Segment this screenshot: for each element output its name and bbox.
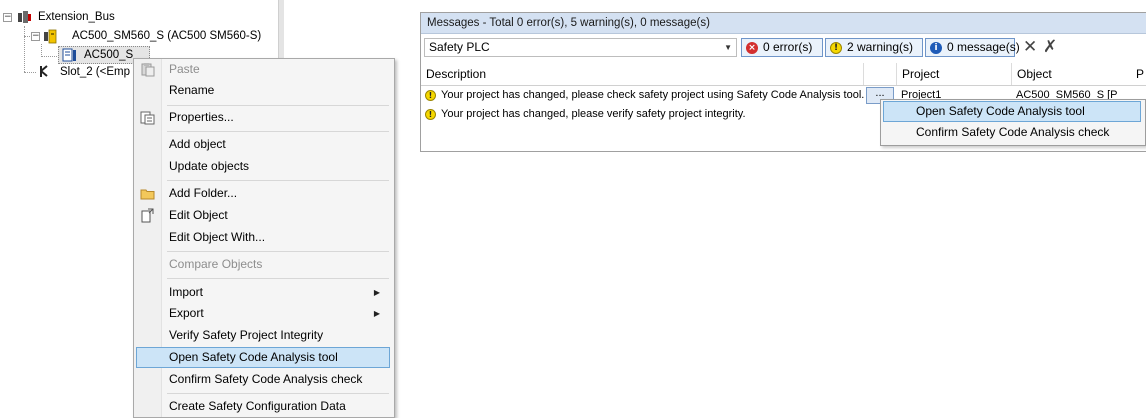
menu-item-label: Confirm Safety Code Analysis check	[169, 372, 363, 386]
tree-item-label: Slot_2 (<Emp	[60, 66, 130, 78]
clear-messages-icon[interactable]: ✕	[1023, 37, 1037, 57]
menu-item-compare-objects[interactable]: Compare Objects	[136, 254, 390, 275]
menu-item-properties[interactable]: Properties...	[136, 107, 390, 128]
menu-item-create-safety-configuration-data[interactable]: Create Safety Configuration Data	[136, 396, 390, 417]
menu-item-label: Paste	[169, 62, 200, 76]
menu-item-label: Edit Object With...	[169, 230, 266, 244]
warnings-filter-button[interactable]: ! 2 warning(s)	[825, 38, 923, 57]
message-category-value: Safety PLC	[429, 40, 490, 54]
tree-item-label: Extension_Bus	[38, 11, 115, 23]
clear-all-messages-icon[interactable]: ✗	[1043, 37, 1057, 57]
tree-connector	[24, 72, 36, 73]
message-category-select[interactable]: Safety PLC ▼	[424, 38, 737, 57]
collapse-toggle[interactable]: −	[31, 32, 40, 41]
menu-item-verify-safety-project-integrity[interactable]: Verify Safety Project Integrity	[136, 325, 390, 346]
messages-count-label: 0 message(s)	[947, 40, 1020, 54]
menu-item-import[interactable]: Import ▶	[136, 282, 390, 303]
column-header-extra[interactable]: P	[1131, 63, 1146, 85]
message-text: Your project has changed, please verify …	[441, 108, 746, 120]
menu-item-label: Import	[169, 285, 204, 299]
submenu-arrow-icon: ▶	[373, 309, 380, 318]
warning-icon: !	[425, 89, 436, 101]
menu-item-paste[interactable]: Paste	[136, 59, 390, 80]
menu-separator	[167, 105, 389, 106]
menu-item-label: Update objects	[169, 159, 250, 173]
popup-item-label: Open Safety Code Analysis tool	[916, 104, 1085, 118]
menu-item-label: Add object	[169, 137, 226, 151]
extension-bus-icon	[18, 11, 31, 23]
message-description-cell: ! Your project has changed, please verify…	[421, 105, 864, 124]
column-header-description[interactable]: Description	[421, 63, 864, 85]
menu-item-edit-object-with[interactable]: Edit Object With...	[136, 227, 390, 248]
menu-item-update-objects[interactable]: Update objects	[136, 156, 390, 177]
column-header-action[interactable]	[864, 63, 897, 85]
menu-item-label: Compare Objects	[169, 257, 263, 271]
menu-item-label: Open Safety Code Analysis tool	[169, 350, 338, 364]
menu-item-edit-object[interactable]: Edit Object	[136, 205, 390, 226]
menu-item-open-safety-code-analysis-tool[interactable]: Open Safety Code Analysis tool	[136, 347, 390, 368]
menu-item-label: Edit Object	[169, 208, 228, 222]
warnings-count-label: 2 warning(s)	[847, 40, 914, 54]
table-header: Description Project Object P	[421, 63, 1146, 86]
tree-item-slot-2[interactable]: Slot_2 (<Emp	[60, 63, 130, 81]
dropdown-arrow-icon: ▼	[724, 43, 732, 52]
menu-item-label: Create Safety Configuration Data	[169, 399, 346, 413]
menu-item-export[interactable]: Export ▶	[136, 303, 390, 324]
popup-item-open-safety-code-analysis-tool[interactable]: Open Safety Code Analysis tool	[883, 101, 1141, 122]
properties-icon	[140, 111, 155, 125]
message-description-cell: ! Your project has changed, please check …	[421, 86, 864, 105]
menu-separator	[167, 278, 389, 279]
menu-separator	[167, 251, 389, 252]
popup-item-confirm-safety-code-analysis-check[interactable]: Confirm Safety Code Analysis check	[883, 122, 1141, 143]
context-menu: Paste Rename Properties... Add object Up…	[133, 58, 395, 418]
tree-item-safety-module[interactable]: AC500_SM560_S (AC500 SM560-S)	[72, 27, 261, 45]
column-header-project[interactable]: Project	[897, 63, 1012, 85]
messages-toolbar: Safety PLC ▼ × 0 error(s) ! 2 warning(s)…	[421, 35, 1146, 61]
tree-item-label: AC500_SM560_S (AC500 SM560-S)	[72, 30, 262, 42]
menu-separator	[167, 131, 389, 132]
popup-item-label: Confirm Safety Code Analysis check	[916, 125, 1110, 139]
errors-filter-button[interactable]: × 0 error(s)	[741, 38, 823, 57]
menu-item-add-object[interactable]: Add object	[136, 134, 390, 155]
menu-separator	[167, 180, 389, 181]
menu-item-label: Export	[169, 306, 204, 320]
warning-icon: !	[425, 108, 436, 120]
errors-count-label: 0 error(s)	[763, 40, 813, 54]
menu-item-label: Rename	[169, 83, 215, 97]
submenu-arrow-icon: ▶	[373, 288, 380, 297]
tree-connector	[41, 56, 59, 57]
menu-item-label: Add Folder...	[169, 186, 238, 200]
safety-application-icon	[62, 48, 76, 62]
info-icon: i	[930, 42, 942, 54]
menu-item-rename[interactable]: Rename	[136, 80, 390, 101]
message-text: Your project has changed, please check s…	[441, 89, 864, 101]
paste-icon	[141, 63, 155, 77]
menu-item-confirm-safety-code-analysis-check[interactable]: Confirm Safety Code Analysis check	[136, 369, 390, 390]
menu-item-add-folder[interactable]: Add Folder...	[136, 183, 390, 204]
message-action-popup: Open Safety Code Analysis tool Confirm S…	[880, 99, 1146, 146]
menu-item-label: Verify Safety Project Integrity	[169, 328, 324, 342]
edit-object-icon	[141, 208, 154, 223]
safety-module-icon	[44, 29, 57, 44]
menu-item-label: Properties...	[169, 110, 234, 124]
messages-filter-button[interactable]: i 0 message(s)	[925, 38, 1020, 57]
warning-icon: !	[830, 42, 842, 54]
column-header-object[interactable]: Object	[1012, 63, 1146, 85]
folder-icon	[140, 189, 155, 200]
tree-item-safety-application[interactable]: AC500_S	[84, 46, 133, 64]
tree-connector	[24, 26, 25, 72]
collapse-toggle[interactable]: −	[3, 13, 12, 22]
messages-title-bar: Messages - Total 0 error(s), 5 warning(s…	[421, 13, 1146, 34]
slot-icon	[40, 65, 48, 77]
tree-item-label: AC500_S	[84, 49, 134, 61]
tree-item-extension-bus[interactable]: Extension_Bus	[38, 8, 115, 26]
error-icon: ×	[746, 42, 758, 54]
menu-separator	[167, 393, 389, 394]
